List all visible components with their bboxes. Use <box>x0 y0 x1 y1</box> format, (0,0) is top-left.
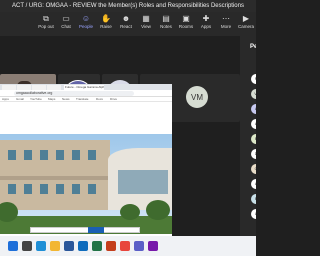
pop-out-button[interactable]: ⧉ Pop out <box>36 13 56 35</box>
panel-participant-avatar[interactable]: B <box>251 134 256 144</box>
panel-participant-avatar[interactable]: E <box>251 194 256 204</box>
chat-icon: ▭ <box>62 14 70 23</box>
apps-icon: ✚ <box>202 14 210 23</box>
start-icon[interactable] <box>8 241 18 251</box>
browser-toolbar: omgaacollaborative.org <box>0 90 172 97</box>
bookmark[interactable]: Translate <box>76 97 88 102</box>
bookmark[interactable]: YouTube <box>30 97 42 102</box>
raise-hand-button[interactable]: ✋ Raise <box>96 13 116 35</box>
panel-participant-avatar[interactable]: U <box>251 209 256 219</box>
address-bar[interactable]: omgaacollaborative.org <box>14 91 134 96</box>
bookmark[interactable]: News <box>62 97 70 102</box>
raise-hand-icon: ✋ <box>101 14 111 23</box>
bookmarks-bar: Apps Gmail YouTube Maps News Translate D… <box>0 97 172 102</box>
word-icon[interactable] <box>64 241 74 251</box>
panel-participant-avatar[interactable]: D <box>251 149 256 159</box>
title-bar: ACT / URG: OMGAA - REVIEW the Member(s) … <box>0 0 256 12</box>
bookmark[interactable]: Docs <box>96 97 103 102</box>
people-icon: ☺ <box>81 14 91 23</box>
edge-icon[interactable] <box>36 241 46 251</box>
outlook-icon[interactable] <box>78 241 88 251</box>
bookmark[interactable]: Drive <box>110 97 117 102</box>
cookie-accept-button[interactable] <box>88 227 104 233</box>
rooms-button[interactable]: ▣ Rooms <box>176 13 196 35</box>
onenote-icon[interactable] <box>148 241 158 251</box>
notes-button[interactable]: ▤ Notes <box>156 13 176 35</box>
view-icon: ▦ <box>142 14 150 23</box>
bookmark[interactable]: Maps <box>48 97 55 102</box>
panel-participant-avatar[interactable]: A <box>251 119 256 129</box>
window-title: ACT / URG: OMGAA - REVIEW the Member(s) … <box>12 3 244 9</box>
campus-building-photo <box>0 134 172 234</box>
bookmark[interactable]: Gmail <box>16 97 24 102</box>
view-button[interactable]: ▦ View <box>136 13 156 35</box>
meeting-toolbar: ⧉ Pop out ▭ Chat ☺ People ✋ Raise ☻ React ▦ Vi… <box>0 12 256 36</box>
shared-screen-browser: Future - Omega Gamma Alpha Alpha... omga… <box>0 84 172 236</box>
bookmark[interactable]: Apps <box>2 97 9 102</box>
chrome-icon[interactable] <box>120 241 130 251</box>
react-button[interactable]: ☻ React <box>116 13 136 35</box>
panel-participant-avatar[interactable]: A <box>251 179 256 189</box>
panel-participant-avatar[interactable]: P <box>251 74 256 84</box>
teams-icon[interactable] <box>134 241 144 251</box>
teams-meeting-window: ACT / URG: OMGAA - REVIEW the Member(s) … <box>0 0 256 256</box>
excel-icon[interactable] <box>92 241 102 251</box>
pop-out-icon: ⧉ <box>43 14 49 23</box>
notes-icon: ▤ <box>162 14 170 23</box>
avatar: VM <box>186 86 208 108</box>
react-icon: ☻ <box>121 14 131 23</box>
panel-participant-avatar[interactable]: A <box>251 104 256 114</box>
chat-button[interactable]: ▭ Chat <box>56 13 76 35</box>
panel-participant-avatar[interactable]: O <box>251 164 256 174</box>
camera-icon: ▶ <box>242 14 250 23</box>
powerpoint-icon[interactable] <box>106 241 116 251</box>
more-button[interactable]: ⋯ More <box>216 13 236 35</box>
people-button[interactable]: ☺ People <box>76 13 96 35</box>
camera-button[interactable]: ▶ Camera <box>236 13 256 35</box>
apps-button[interactable]: ✚ Apps <box>196 13 216 35</box>
file-explorer-icon[interactable] <box>50 241 60 251</box>
people-panel: Pe PVIAABDOAEU <box>240 36 256 236</box>
people-panel-title: Pe <box>250 44 256 50</box>
cookie-banner <box>30 227 140 233</box>
more-icon: ⋯ <box>222 14 230 23</box>
windows-taskbar <box>0 236 256 256</box>
rooms-icon: ▣ <box>182 14 190 23</box>
panel-participant-avatar[interactable]: VI <box>251 89 256 99</box>
site-logo[interactable] <box>6 106 22 114</box>
search-icon[interactable] <box>22 241 32 251</box>
